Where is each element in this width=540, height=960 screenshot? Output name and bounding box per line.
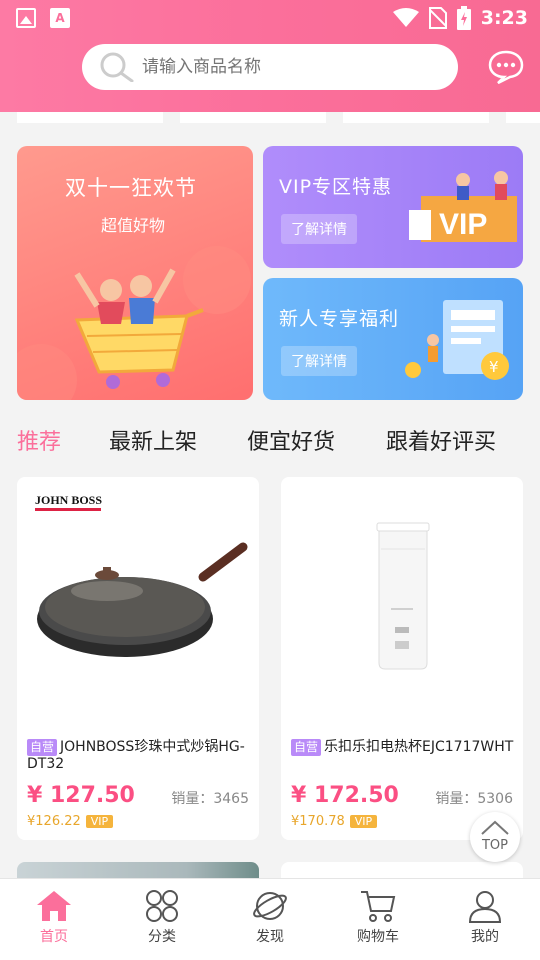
product-name: JOHNBOSS珍珠中式炒锅HG-DT32	[27, 739, 245, 772]
tab-top-rated[interactable]: 跟着好评买	[386, 424, 496, 456]
search-icon	[100, 52, 134, 82]
product-name: 乐扣乐扣电热杯EJC1717WHT	[324, 739, 514, 755]
nav-home[interactable]: 首页	[14, 889, 94, 946]
vip-price: ¥126.22	[27, 814, 81, 829]
category-card[interactable]	[506, 112, 540, 123]
banner-double-eleven[interactable]: 双十一狂欢节 超值好物	[17, 146, 253, 400]
banner-vip[interactable]: VIP专区特惠 了解详情 VIP	[263, 146, 523, 268]
no-sim-icon	[428, 7, 447, 29]
svg-text:¥: ¥	[489, 358, 499, 376]
category-card[interactable]	[343, 112, 489, 123]
product-price: ¥ 172.50	[291, 783, 399, 808]
vip-illustration: VIP	[409, 171, 517, 242]
electric-cup-image	[376, 522, 430, 670]
message-icon[interactable]	[488, 50, 524, 84]
nav-label: 我的	[471, 929, 499, 945]
category-icon	[146, 890, 178, 922]
wok-image	[37, 542, 248, 657]
vip-tag: VIP	[349, 815, 378, 828]
search-input[interactable]	[142, 57, 442, 77]
learn-more-button[interactable]: 了解详情	[281, 346, 357, 376]
chevron-up-icon	[481, 820, 509, 835]
wifi-icon	[392, 8, 419, 27]
cart-icon	[361, 891, 396, 922]
top-label: TOP	[481, 838, 508, 853]
bottom-navigation: 首页 分类 发现 购物车 我的	[0, 878, 540, 960]
category-card[interactable]	[17, 112, 163, 123]
coupon-illustration: ¥	[405, 300, 509, 380]
shopping-cart-illustration	[17, 246, 251, 400]
sales-count: 销量：3465	[171, 791, 249, 807]
nav-category[interactable]: 分类	[122, 889, 202, 946]
banner-title: 双十一狂欢节	[65, 176, 197, 200]
nav-discover[interactable]: 发现	[230, 889, 310, 946]
self-operated-tag: 自营	[27, 739, 58, 756]
battery-icon	[456, 6, 471, 30]
product-card[interactable]: JOHN BOSS 自营 JOHNBOSS珍珠中式炒锅HG-DT32 ¥ 127.…	[17, 477, 259, 840]
nav-label: 发现	[256, 929, 284, 945]
product-image	[281, 477, 523, 732]
self-operated-tag: 自营	[291, 739, 322, 756]
vip-price: ¥170.78	[291, 814, 345, 829]
planet-icon	[253, 892, 287, 920]
brand-logo: JOHN BOSS	[35, 493, 103, 507]
clock: 3:23	[480, 7, 528, 29]
nav-label: 首页	[40, 929, 68, 945]
nav-label: 购物车	[357, 929, 399, 945]
nav-label: 分类	[148, 929, 176, 945]
product-price: ¥ 127.50	[27, 783, 135, 808]
vip-tag: VIP	[85, 815, 114, 828]
tab-recommend[interactable]: 推荐	[17, 424, 61, 456]
banner-subtitle: 超值好物	[101, 216, 166, 235]
product-image: JOHN BOSS	[17, 477, 259, 732]
banner-title: VIP专区特惠	[279, 176, 393, 198]
scroll-to-top-button[interactable]: TOP	[470, 812, 520, 862]
search-bar[interactable]	[82, 44, 458, 90]
banner-new-user[interactable]: 新人专享福利 了解详情 ¥	[263, 278, 523, 400]
sales-count: 销量：5306	[435, 791, 513, 807]
nav-profile[interactable]: 我的	[445, 889, 525, 946]
banner-title: 新人专享福利	[279, 308, 400, 330]
nav-cart[interactable]: 购物车	[338, 889, 418, 946]
tab-new-arrivals[interactable]: 最新上架	[109, 424, 197, 456]
header: A 3:23	[0, 0, 540, 112]
status-bar: A 3:23	[0, 0, 540, 36]
product-tabs: 推荐 最新上架 便宜好货 跟着好评买	[0, 420, 540, 460]
user-icon	[468, 891, 502, 923]
category-card[interactable]	[180, 112, 326, 123]
learn-more-button[interactable]: 了解详情	[281, 214, 357, 244]
tab-cheap-goods[interactable]: 便宜好货	[247, 424, 335, 456]
home-icon	[37, 891, 71, 921]
vip-badge: VIP	[439, 208, 487, 241]
gallery-icon	[16, 8, 36, 28]
product-card[interactable]: 自营 乐扣乐扣电热杯EJC1717WHT ¥ 172.50 销量：5306 ¥17…	[281, 477, 523, 840]
app-notification-icon: A	[50, 8, 70, 28]
